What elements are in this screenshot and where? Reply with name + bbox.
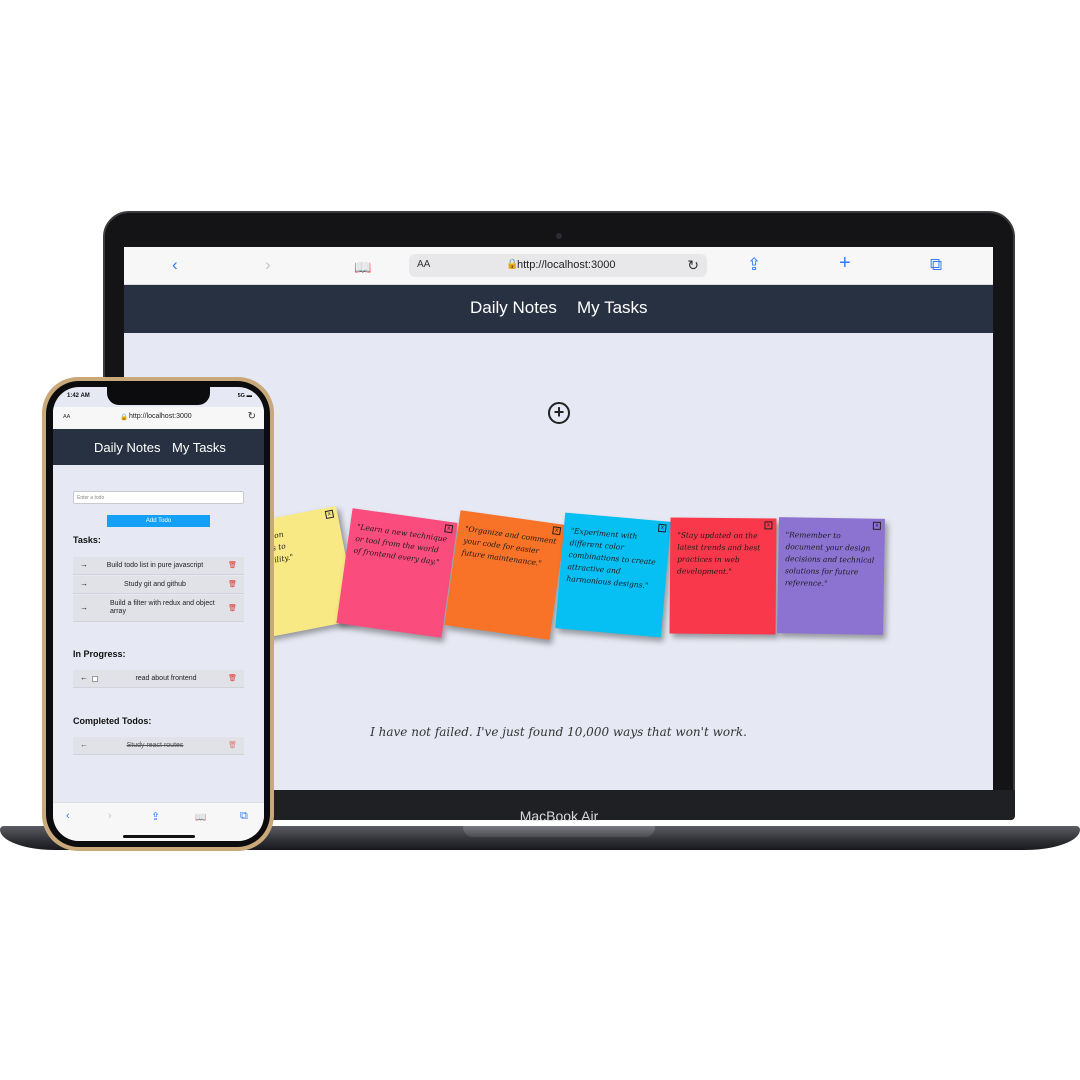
close-icon[interactable]: x [872, 521, 881, 530]
note-text: "Learn a new technique or tool from the … [353, 522, 448, 567]
sticky-note[interactable]: "Experiment with different color combina… [555, 512, 671, 638]
back-icon[interactable]: ‹ [172, 255, 178, 275]
close-icon[interactable]: x [444, 524, 454, 534]
sticky-note[interactable]: "Learn a new technique or tool from the … [336, 508, 458, 638]
macbook-opening-notch [463, 826, 655, 837]
nav-daily-notes[interactable]: Daily Notes [94, 440, 160, 455]
macbook-camera [556, 233, 562, 239]
note-text: "Stay updated on the latest trends and b… [677, 530, 761, 577]
bookmarks-icon[interactable]: 📖 [354, 257, 371, 277]
tasks-heading: Tasks: [73, 535, 101, 545]
sticky-note[interactable]: "Stay updated on the latest trends and b… [669, 517, 777, 635]
mobile-address-bar[interactable]: AA 🔒 http://localhost:3000 ↻ [53, 407, 264, 429]
iphone-screen: 1:42 AM 5G ▬ AA 🔒 http://localhost:3000 … [53, 387, 264, 841]
close-icon[interactable]: x [552, 526, 562, 536]
task-row: → Build todo list in pure javascript 🗑 [73, 557, 244, 575]
trash-icon[interactable]: 🗑 [228, 561, 237, 569]
task-text: Build todo list in pure javascript [106, 562, 204, 569]
forward-icon[interactable]: › [108, 810, 112, 822]
move-left-icon[interactable]: ← [80, 740, 88, 749]
completed-row: ← Study react routes 🗑 [73, 737, 244, 755]
note-text: "Remember to document your design decisi… [784, 530, 875, 588]
task-row: → Study git and github 🗑 [73, 576, 244, 594]
share-icon[interactable]: ⇪ [151, 810, 160, 823]
task-text: Study git and github [124, 581, 186, 588]
app-navbar: Daily Notes My Tasks [124, 285, 993, 333]
note-text: "Organize and comment your code for easi… [461, 524, 557, 568]
note-text: "Experiment with different color combina… [566, 526, 657, 591]
address-bar[interactable]: AA 🔒 http://localhost:3000 ↻ [409, 254, 707, 277]
task-text: read about frontend [135, 675, 197, 682]
todo-checkbox[interactable] [92, 676, 98, 682]
mobile-app-navbar: Daily Notes My Tasks [53, 429, 264, 465]
move-right-icon[interactable]: → [80, 603, 88, 612]
close-icon[interactable]: x [657, 523, 667, 533]
add-todo-button[interactable]: Add Todo [107, 515, 210, 527]
close-icon[interactable]: x [764, 521, 773, 530]
in-progress-heading: In Progress: [73, 649, 126, 659]
close-icon[interactable]: x [324, 509, 335, 520]
lock-icon: 🔒 [120, 414, 129, 421]
trash-icon[interactable]: 🗑 [228, 674, 237, 682]
trash-icon[interactable]: 🗑 [228, 741, 237, 749]
share-icon[interactable]: ⇪ [747, 255, 761, 275]
status-indicators: 5G ▬ [237, 393, 252, 399]
back-icon[interactable]: ‹ [66, 810, 70, 822]
move-right-icon[interactable]: → [80, 560, 88, 569]
task-text: Study react routes [126, 742, 184, 749]
tabs-icon[interactable]: ⧉ [240, 810, 248, 823]
status-time: 1:42 AM [67, 393, 90, 399]
text-size-button[interactable]: AA [417, 259, 430, 270]
sticky-note[interactable]: "Organize and comment your code for easi… [444, 510, 566, 640]
todo-input[interactable]: Enter a todo [73, 491, 244, 504]
nav-my-tasks[interactable]: My Tasks [577, 298, 648, 318]
nav-my-tasks[interactable]: My Tasks [172, 440, 226, 455]
device-mockup: ‹ › 📖 AA 🔒 http://localhost:3000 ↻ ⇪ + ⧉… [0, 0, 1080, 1080]
forward-icon[interactable]: › [265, 255, 271, 275]
home-indicator[interactable] [123, 835, 195, 838]
sticky-note[interactable]: "Remember to document your design decisi… [776, 517, 886, 635]
url-text[interactable]: http://localhost:3000 [129, 413, 192, 420]
reload-icon[interactable]: ↻ [687, 257, 699, 274]
reload-icon[interactable]: ↻ [248, 411, 256, 422]
completed-heading: Completed Todos: [73, 716, 152, 726]
text-size-button[interactable]: AA [63, 414, 70, 420]
move-left-icon[interactable]: ← [80, 673, 88, 682]
task-row: → Build a filter with redux and object a… [73, 595, 244, 622]
move-right-icon[interactable]: → [80, 579, 88, 588]
in-progress-row: ← read about frontend 🗑 [73, 670, 244, 688]
trash-icon[interactable]: 🗑 [228, 604, 237, 612]
task-text: Build a filter with redux and object arr… [110, 600, 215, 615]
url-text[interactable]: http://localhost:3000 [517, 259, 615, 271]
iphone-notch [107, 387, 210, 405]
safari-toolbar: ‹ › 📖 AA 🔒 http://localhost:3000 ↻ ⇪ + ⧉ [124, 247, 993, 285]
new-tab-icon[interactable]: + [839, 253, 851, 273]
tabs-icon[interactable]: ⧉ [930, 255, 942, 275]
add-note-button[interactable]: + [548, 402, 570, 424]
trash-icon[interactable]: 🗑 [228, 580, 237, 588]
nav-daily-notes[interactable]: Daily Notes [470, 298, 557, 318]
bookmarks-icon[interactable]: 📖 [195, 812, 206, 823]
